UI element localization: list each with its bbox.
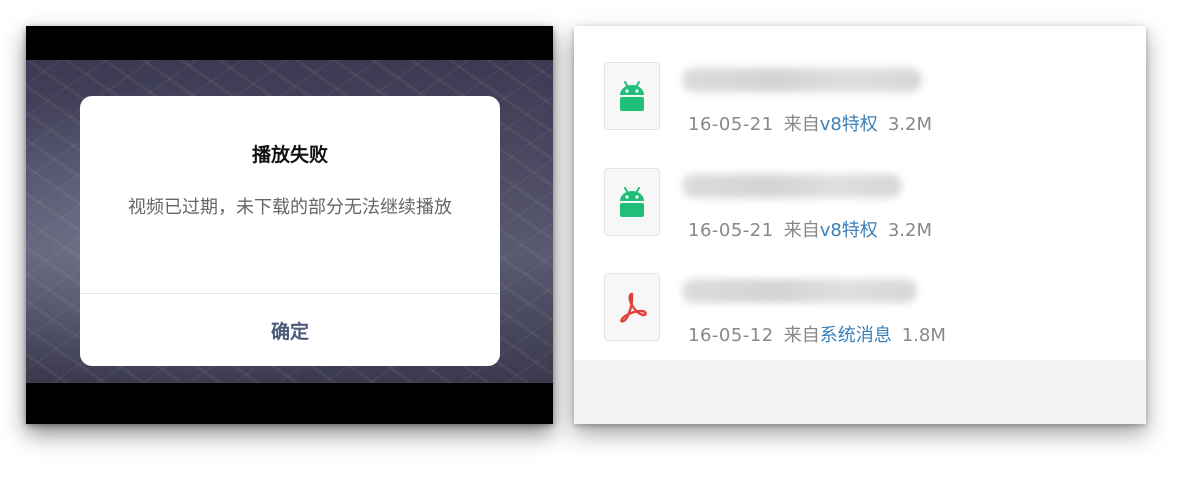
file-meta: 16-05-21 来自v8特权 3.2M xyxy=(688,110,932,136)
list-item[interactable]: 16-05-12 来自系统消息 1.8M xyxy=(574,273,1146,373)
dialog-message: 视频已过期，未下载的部分无法继续播放 xyxy=(128,197,452,218)
file-from-prefix: 来自 xyxy=(783,325,820,346)
list-footer-area xyxy=(574,360,1146,424)
file-source-link[interactable]: 系统消息 xyxy=(820,325,892,346)
list-item[interactable]: 16-05-21 来自v8特权 3.2M xyxy=(574,62,1146,162)
dialog-title: 播放失败 xyxy=(251,144,328,166)
file-from-prefix: 来自 xyxy=(783,220,820,241)
file-size: 1.8M xyxy=(901,325,946,346)
file-source-link[interactable]: v8特权 xyxy=(820,220,878,241)
file-size: 3.2M xyxy=(887,114,932,135)
file-date: 16-05-21 xyxy=(688,114,774,135)
file-meta: 16-05-12 来自系统消息 1.8M xyxy=(688,321,946,347)
file-name xyxy=(682,279,917,303)
file-date: 16-05-21 xyxy=(688,220,774,241)
file-source-link[interactable]: v8特权 xyxy=(820,114,878,135)
android-icon xyxy=(604,62,660,130)
file-name xyxy=(682,174,902,198)
confirm-button[interactable]: 确定 xyxy=(80,294,500,366)
file-name xyxy=(682,68,922,92)
android-icon xyxy=(604,168,660,236)
video-player: 播放失败 视频已过期，未下载的部分无法继续播放 确定 xyxy=(26,26,553,424)
file-size: 3.2M xyxy=(887,220,932,241)
pdf-icon xyxy=(604,273,660,341)
file-date: 16-05-12 xyxy=(688,325,774,346)
list-item[interactable]: 16-05-21 来自v8特权 3.2M xyxy=(574,168,1146,268)
file-meta: 16-05-21 来自v8特权 3.2M xyxy=(688,216,932,242)
file-from-prefix: 来自 xyxy=(783,114,820,135)
error-dialog: 播放失败 视频已过期，未下载的部分无法继续播放 确定 xyxy=(80,96,500,366)
file-list: 16-05-21 来自v8特权 3.2M 16-05-21 来自v8特权 3.2M xyxy=(574,26,1146,424)
